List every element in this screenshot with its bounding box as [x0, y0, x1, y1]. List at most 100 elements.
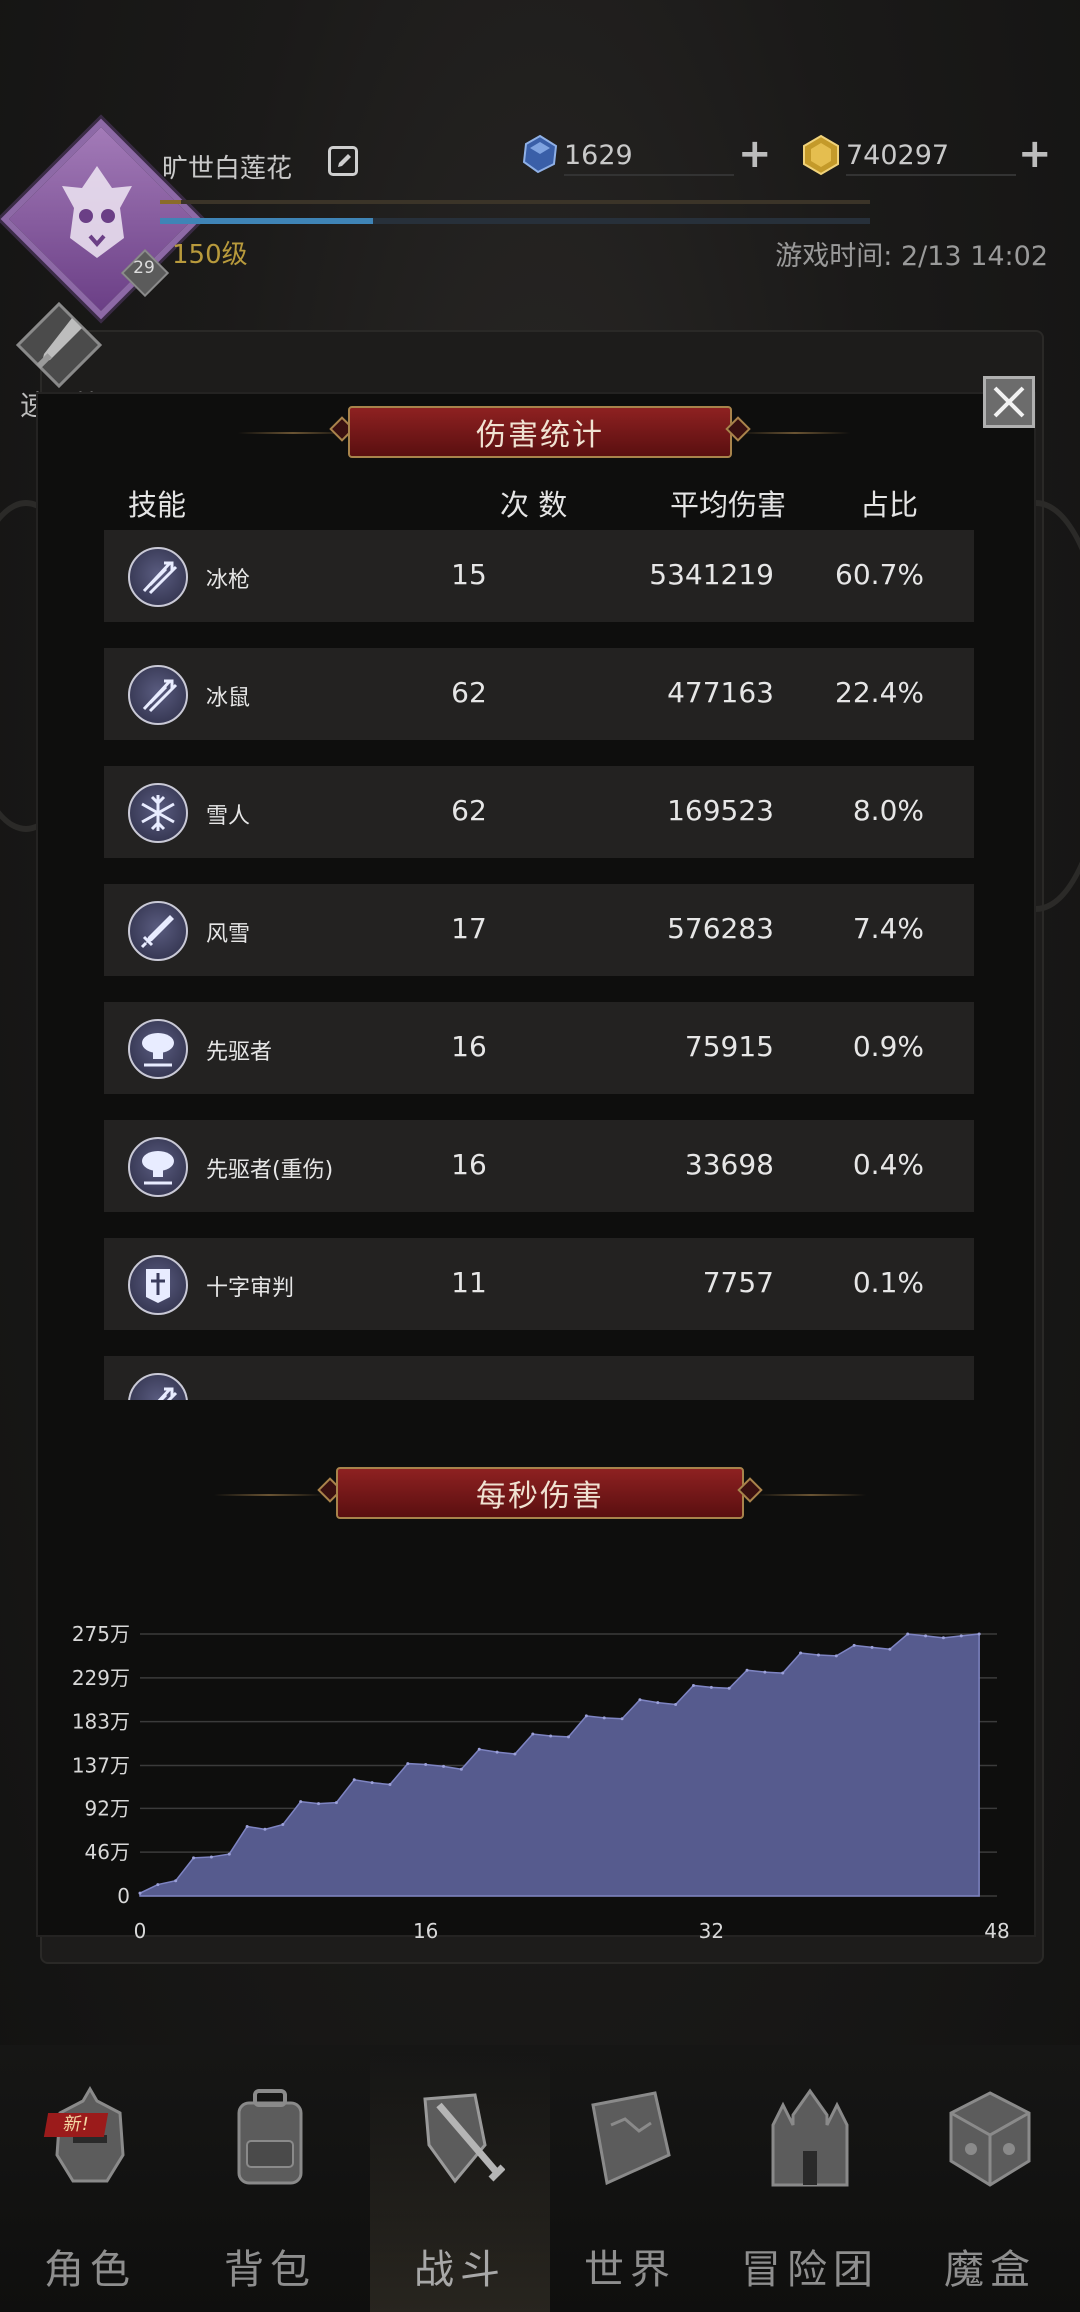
- data-point: [477, 1747, 481, 1751]
- snowflake-icon: [128, 783, 188, 843]
- nav-backpack[interactable]: 背包: [180, 2045, 360, 2312]
- gold-count: 740297: [846, 140, 950, 171]
- column-header-count: 次 数: [500, 488, 568, 522]
- average-damage: 5341219: [649, 558, 774, 591]
- damage-stats-title: 伤害统计: [348, 406, 732, 458]
- table-row: 冰鼠 62 477163 22.4%: [104, 648, 974, 740]
- backpack-icon: [237, 2089, 303, 2185]
- gem-underline: [564, 174, 734, 176]
- data-point: [977, 1632, 981, 1636]
- data-point: [567, 1735, 570, 1739]
- y-tick-label: 46万: [85, 1840, 130, 1864]
- data-point: [799, 1651, 803, 1655]
- average-damage: 477163: [667, 676, 774, 709]
- hit-count: 62: [451, 676, 487, 709]
- data-point: [620, 1717, 624, 1721]
- skill-name: 冰鼠: [206, 686, 251, 711]
- gold-underline: [846, 174, 1016, 176]
- game-time: 游戏时间: 2/13 14:02: [775, 241, 1048, 272]
- data-point: [781, 1671, 785, 1675]
- exp-bar: [160, 200, 870, 204]
- skill-name: 先驱者(重伤): [206, 1158, 334, 1183]
- data-point: [442, 1764, 446, 1768]
- add-gold-button[interactable]: +: [1018, 134, 1052, 174]
- damage-table[interactable]: 冰枪 15 5341219 60.7% 冰鼠 62 477163 22.4% 雪…: [104, 528, 974, 1400]
- skill-name: 雪人: [206, 804, 251, 829]
- mushroom-cloud-icon: [128, 1137, 188, 1197]
- hit-count: 62: [451, 794, 487, 827]
- damage-stats-banner: 伤害统计: [329, 406, 751, 462]
- nav-adventure-team[interactable]: 冒险团: [720, 2045, 900, 2312]
- data-point: [674, 1703, 678, 1707]
- dps-title: 每秒伤害: [336, 1467, 744, 1519]
- table-row: 雪人 62 169523 8.0%: [104, 766, 974, 858]
- data-point: [870, 1645, 874, 1649]
- add-gems-button[interactable]: +: [738, 134, 772, 174]
- data-point: [406, 1762, 410, 1766]
- column-header-avg: 平均伤害: [670, 488, 787, 522]
- nav-world[interactable]: 世界: [540, 2045, 720, 2312]
- x-tick-label: 16: [413, 1919, 438, 1942]
- sword-icon: [128, 901, 188, 961]
- player-level: 150级: [172, 240, 248, 270]
- damage-ratio: 8.0%: [852, 794, 924, 827]
- data-point: [727, 1686, 731, 1690]
- cube-icon: [949, 2091, 1031, 2187]
- edit-name-icon[interactable]: [328, 146, 358, 176]
- dps-divider-left: [214, 1494, 324, 1496]
- data-point: [209, 1855, 213, 1859]
- ice-spear-icon: [128, 665, 188, 725]
- nav-role[interactable]: 新! 角色: [0, 2045, 180, 2312]
- nav-label: 角色: [44, 2247, 136, 2293]
- data-point: [941, 1636, 945, 1640]
- data-point: [192, 1856, 196, 1860]
- y-tick-label: 92万: [85, 1796, 130, 1820]
- nav-battle[interactable]: 战斗: [370, 2045, 550, 2312]
- data-point: [691, 1683, 695, 1687]
- data-point: [370, 1781, 374, 1785]
- dps-banner: 每秒伤害: [317, 1467, 763, 1523]
- data-point: [745, 1668, 749, 1672]
- castle-icon: [771, 2088, 849, 2187]
- skill-name: 先驱者: [206, 1040, 273, 1065]
- sword-shield-icon: [423, 2093, 505, 2184]
- close-button[interactable]: [983, 376, 1035, 428]
- average-damage: 576283: [667, 912, 774, 945]
- damage-ratio: 22.4%: [835, 676, 924, 709]
- gold-coin-icon: [803, 134, 839, 176]
- data-point: [638, 1698, 642, 1702]
- table-row: 冰枪 15 5341219 60.7%: [104, 530, 974, 622]
- data-point: [424, 1763, 428, 1767]
- data-point: [388, 1783, 392, 1787]
- y-tick-label: 275万: [72, 1622, 130, 1646]
- player-header: 29 旷世白莲花 150级 游戏时间: 2/13 14:02 1629 + 74…: [0, 0, 1080, 422]
- data-point: [334, 1801, 338, 1805]
- nav-label: 背包: [224, 2247, 316, 2293]
- data-point: [906, 1632, 910, 1636]
- nav-magic-box[interactable]: 魔盒: [900, 2045, 1080, 2312]
- table-row: [104, 1356, 974, 1400]
- damage-ratio: 0.1%: [852, 1266, 924, 1299]
- map-scroll-icon: [591, 2091, 671, 2186]
- damage-ratio: 60.7%: [835, 558, 924, 591]
- y-tick-label: 229万: [72, 1666, 130, 1690]
- average-damage: 7757: [702, 1266, 774, 1299]
- data-point: [924, 1634, 928, 1638]
- helmet-icon: [55, 2086, 125, 2183]
- skill-name: 风雪: [206, 922, 251, 947]
- ice-spear-icon: [128, 1373, 188, 1400]
- data-point: [495, 1750, 499, 1754]
- data-point: [174, 1879, 178, 1883]
- data-point: [138, 1891, 142, 1895]
- data-point: [156, 1883, 160, 1887]
- nav-label: 魔盒: [944, 2247, 1036, 2293]
- x-tick-label: 32: [699, 1919, 724, 1942]
- data-point: [656, 1701, 660, 1705]
- average-damage: 33698: [684, 1148, 774, 1181]
- dps-divider-right: [756, 1494, 866, 1496]
- data-point: [852, 1643, 856, 1647]
- skull-crest-icon: [62, 166, 132, 258]
- data-point: [227, 1852, 231, 1856]
- data-point: [281, 1823, 285, 1827]
- quick-battle-icon[interactable]: [14, 300, 104, 390]
